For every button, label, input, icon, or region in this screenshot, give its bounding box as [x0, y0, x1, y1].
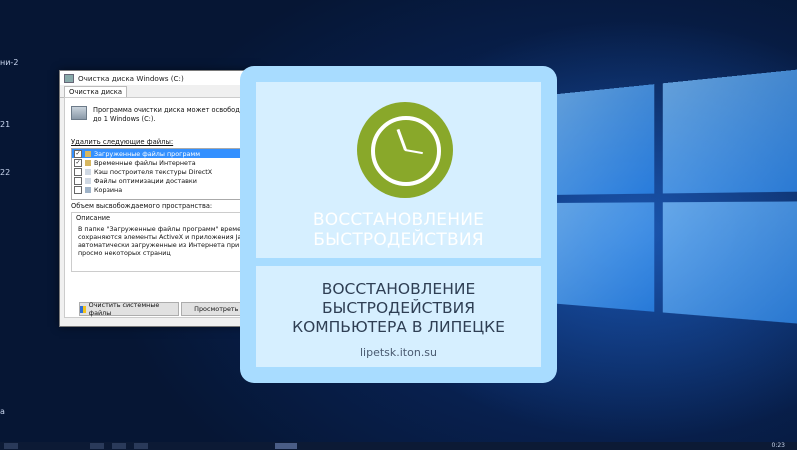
list-item[interactable]: ✓ Временные файлы Интернета 1: [72, 158, 260, 167]
taskbar: 0:23: [0, 442, 797, 450]
start-button[interactable]: [4, 443, 18, 449]
tab-panel: Программа очистки диска может освободить…: [64, 97, 260, 318]
list-item[interactable]: Корзина 2: [72, 185, 260, 194]
desktop-label[interactable]: 22: [0, 168, 10, 177]
checkbox[interactable]: [74, 185, 82, 194]
disk-cleanup-window: Очистка диска Windows (C:) Очистка диска…: [59, 70, 261, 327]
card-top-panel: ВОССТАНОВЛЕНИЕ БЫСТРОДЕЙСТВИЯ: [256, 82, 541, 258]
card-title-line: БЫСТРОДЕЙСТВИЯ: [313, 230, 484, 250]
desktop-label[interactable]: ни-2: [0, 58, 18, 67]
taskbar-app-active[interactable]: [275, 443, 297, 449]
taskbar-app[interactable]: [112, 443, 126, 449]
desktop-label[interactable]: а: [0, 407, 5, 416]
card-title-line: ВОССТАНОВЛЕНИЕ: [312, 210, 485, 230]
card-subtitle-line: ВОССТАНОВЛЕНИЕ: [321, 280, 476, 298]
taskbar-app[interactable]: [90, 443, 104, 449]
checkbox[interactable]: ✓: [74, 158, 82, 167]
file-icon: [85, 177, 91, 184]
list-item-label: Файлы оптимизации доставки: [94, 176, 197, 185]
taskbar-clock[interactable]: 0:23: [772, 442, 785, 449]
promo-card: ВОССТАНОВЛЕНИЕ БЫСТРОДЕЙСТВИЯ ВОССТАНОВЛ…: [240, 66, 557, 383]
file-icon: [85, 168, 91, 175]
clean-system-files-button[interactable]: Очистить системные файлы: [79, 301, 179, 317]
tab-disk-cleanup[interactable]: Очистка диска: [64, 86, 128, 97]
card-title: ВОССТАНОВЛЕНИЕ БЫСТРОДЕЙСТВИЯ: [256, 210, 541, 250]
free-space-label: Объем высвобождаемого пространства:: [71, 202, 213, 210]
lock-icon: [85, 159, 91, 166]
checkbox[interactable]: [74, 167, 82, 176]
description-group: Описание В папке "Загруженные файлы прог…: [71, 212, 260, 272]
info-block: Программа очистки диска может освободить…: [71, 106, 253, 124]
card-subtitle: ВОССТАНОВЛЕНИЕ БЫСТРОДЕЙСТВИЯ КОМПЬЮТЕРА…: [256, 280, 541, 337]
shield-icon: [80, 305, 86, 313]
list-item[interactable]: Файлы оптимизации доставки 4: [72, 176, 260, 185]
drive-icon: [71, 106, 87, 120]
taskbar-app[interactable]: [134, 443, 148, 449]
windows-logo: [548, 67, 797, 353]
lock-icon: [85, 150, 91, 157]
recycle-bin-icon: [85, 186, 91, 193]
description-title: Описание: [76, 214, 111, 222]
info-text: Программа очистки диска может освободить…: [93, 106, 252, 123]
list-item[interactable]: ✓ Загруженные файлы программ: [72, 149, 260, 158]
files-list[interactable]: ✓ Загруженные файлы программ ✓ Временные…: [71, 148, 260, 200]
card-bottom-panel: ВОССТАНОВЛЕНИЕ БЫСТРОДЕЙСТВИЯ КОМПЬЮТЕРА…: [256, 266, 541, 367]
disk-cleanup-icon: [64, 73, 74, 83]
list-item[interactable]: Кэш построителя текстуры DirectX 0: [72, 167, 260, 176]
checkbox[interactable]: [74, 176, 82, 185]
card-subtitle-line: БЫСТРОДЕЙСТВИЯ: [322, 299, 475, 317]
checkbox[interactable]: ✓: [74, 149, 82, 158]
list-item-label: Корзина: [94, 185, 123, 194]
list-item-label: Временные файлы Интернета: [94, 158, 196, 167]
window-title: Очистка диска Windows (C:): [78, 73, 184, 83]
website-url[interactable]: lipetsk.iton.su: [256, 346, 541, 359]
card-subtitle-line: КОМПЬЮТЕРА В ЛИПЕЦКЕ: [292, 318, 505, 336]
files-to-delete-label: Удалить следующие файлы:: [71, 138, 174, 146]
list-item-label: Кэш построителя текстуры DirectX: [94, 167, 213, 176]
description-text: В папке "Загруженные файлы программ" вре…: [78, 225, 254, 257]
list-item-label: Загруженные файлы программ: [94, 149, 201, 158]
desktop-label[interactable]: 21: [0, 120, 10, 129]
clock-icon: [357, 102, 453, 198]
window-titlebar[interactable]: Очистка диска Windows (C:): [60, 71, 260, 85]
clean-system-files-label: Очистить системные файлы: [88, 301, 160, 317]
